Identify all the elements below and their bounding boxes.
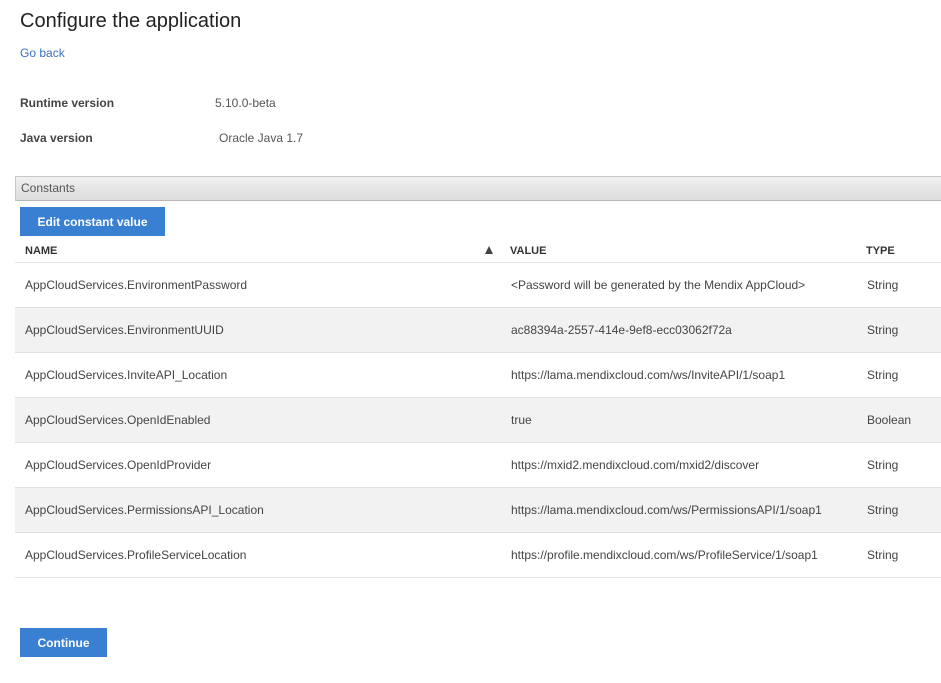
table-row[interactable]: AppCloudServices.InviteAPI_Location http…: [15, 353, 941, 398]
table-row[interactable]: AppCloudServices.ProfileServiceLocation …: [15, 533, 941, 578]
constants-section-header: Constants: [15, 176, 941, 201]
cell-value: https://profile.mendixcloud.com/ws/Profi…: [511, 548, 818, 562]
table-row[interactable]: AppCloudServices.EnvironmentPassword <Pa…: [15, 263, 941, 308]
continue-button[interactable]: Continue: [20, 628, 107, 657]
edit-constant-value-button[interactable]: Edit constant value: [20, 207, 165, 236]
cell-type: String: [867, 323, 899, 337]
cell-name: AppCloudServices.PermissionsAPI_Location: [25, 503, 264, 517]
cell-type: String: [867, 548, 899, 562]
cell-value: https://mxid2.mendixcloud.com/mxid2/disc…: [511, 458, 760, 472]
cell-name: AppCloudServices.EnvironmentPassword: [25, 278, 248, 292]
column-header-type[interactable]: TYPE: [866, 245, 895, 257]
cell-name: AppCloudServices.InviteAPI_Location: [25, 368, 228, 382]
cell-type: String: [867, 368, 899, 382]
cell-type: String: [867, 503, 899, 517]
cell-value: ac88394a-2557-414e-9ef8-ecc03062f72a: [511, 323, 732, 337]
runtime-version-value: 5.10.0-beta: [215, 96, 276, 110]
cell-name: AppCloudServices.EnvironmentUUID: [25, 323, 224, 337]
sort-ascending-icon[interactable]: [485, 246, 493, 254]
java-version-label: Java version: [20, 131, 93, 145]
table-row[interactable]: AppCloudServices.OpenIdProvider https://…: [15, 443, 941, 488]
page-title: Configure the application: [20, 10, 242, 32]
cell-value: https://lama.mendixcloud.com/ws/Permissi…: [511, 503, 822, 517]
cell-value: https://lama.mendixcloud.com/ws/InviteAP…: [511, 368, 786, 382]
grid-header-row: NAME VALUE TYPE: [15, 240, 941, 263]
cell-name: AppCloudServices.ProfileServiceLocation: [25, 548, 247, 562]
column-header-value[interactable]: VALUE: [510, 245, 546, 257]
go-back-link[interactable]: Go back: [20, 46, 65, 60]
cell-name: AppCloudServices.OpenIdEnabled: [25, 413, 211, 427]
table-row[interactable]: AppCloudServices.PermissionsAPI_Location…: [15, 488, 941, 533]
cell-type: Boolean: [867, 413, 912, 427]
java-version-value: Oracle Java 1.7: [219, 131, 304, 145]
column-header-name[interactable]: NAME: [25, 245, 57, 257]
cell-type: String: [867, 458, 899, 472]
table-row[interactable]: AppCloudServices.OpenIdEnabled true Bool…: [15, 398, 941, 443]
cell-value: true: [511, 413, 532, 427]
table-row[interactable]: AppCloudServices.EnvironmentUUID ac88394…: [15, 308, 941, 353]
cell-value: <Password will be generated by the Mendi…: [511, 278, 806, 292]
constants-grid: NAME VALUE TYPE AppCloudServices.Environ…: [15, 240, 941, 578]
runtime-version-label: Runtime version: [20, 96, 115, 110]
cell-name: AppCloudServices.OpenIdProvider: [25, 458, 212, 472]
cell-type: String: [867, 278, 899, 292]
